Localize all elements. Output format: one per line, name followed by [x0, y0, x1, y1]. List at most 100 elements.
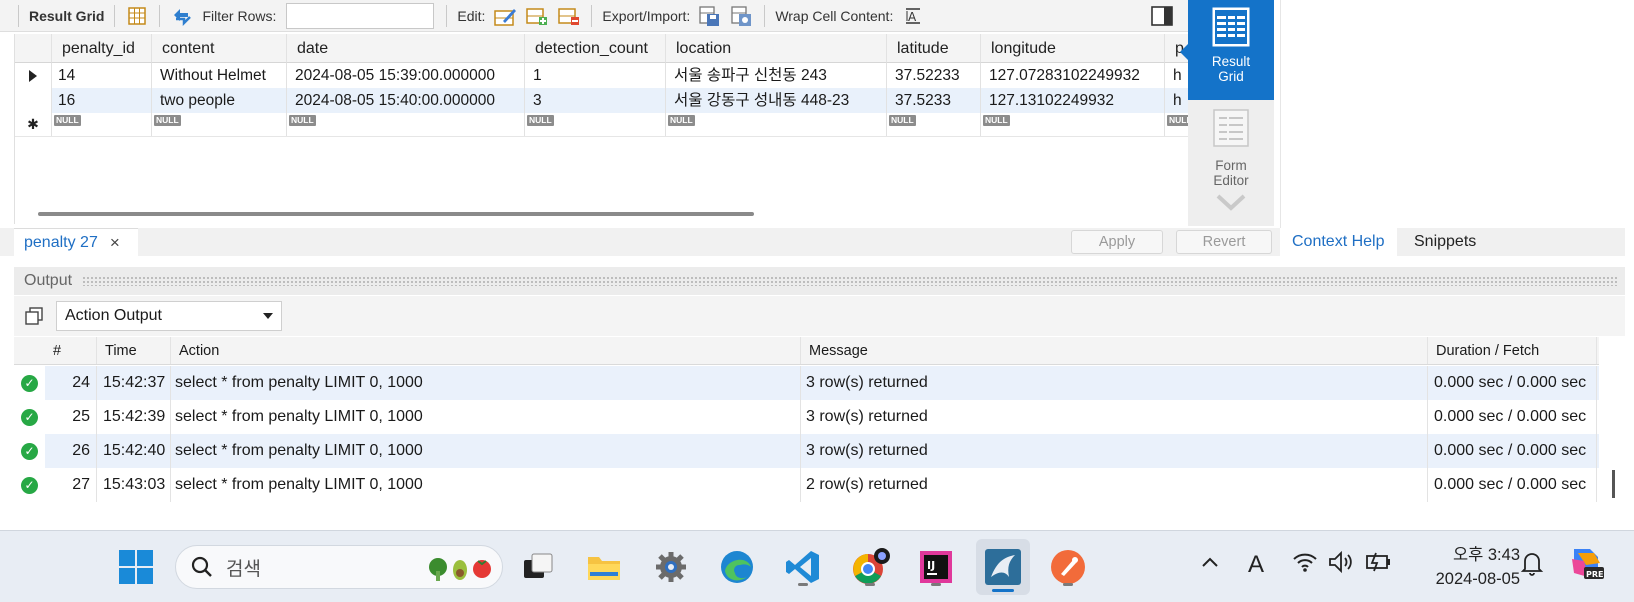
chevron-down-icon[interactable]	[1216, 192, 1246, 212]
grid-cell[interactable]: 2024-08-05 15:40:00.000000	[287, 88, 525, 113]
grid-cell[interactable]: 37.52233	[887, 63, 981, 88]
grid-cell[interactable]: 14	[52, 63, 152, 88]
table-row[interactable]: 16 two people 2024-08-05 15:40:00.000000…	[15, 88, 1188, 113]
edge-browser-button[interactable]	[715, 545, 759, 589]
output-row[interactable]: ✓ 27 15:43:03 select * from penalty LIMI…	[14, 468, 1599, 502]
output-row[interactable]: ✓ 26 15:42:40 select * from penalty LIMI…	[14, 434, 1599, 468]
horizontal-scrollbar[interactable]	[38, 212, 754, 216]
vscode-button[interactable]	[781, 545, 825, 589]
grid-cell[interactable]: 37.5233	[887, 88, 981, 113]
row-selector[interactable]	[15, 63, 52, 88]
null-cell[interactable]: NULL	[525, 113, 666, 136]
tab-snippets[interactable]: Snippets	[1402, 228, 1488, 256]
null-cell[interactable]: NULL	[666, 113, 887, 136]
wrap-text-icon[interactable]: A	[900, 4, 926, 28]
grid-cell[interactable]: 127.07283102249932	[981, 63, 1165, 88]
delete-row-icon[interactable]	[556, 4, 582, 28]
output-time: 15:42:37	[97, 366, 171, 400]
settings-button[interactable]	[649, 545, 693, 589]
column-header[interactable]: penalty_id	[52, 34, 152, 63]
copilot-icon[interactable]: PRE	[1566, 543, 1606, 589]
grid-cell[interactable]: Without Helmet	[152, 63, 287, 88]
grid-cell[interactable]: 2024-08-05 15:39:00.000000	[287, 63, 525, 88]
revert-button[interactable]: Revert	[1176, 230, 1272, 254]
grid-cell[interactable]: 서울 강동구 성내동 448-23	[666, 88, 887, 113]
filter-rows-input[interactable]	[286, 2, 435, 29]
task-view-button[interactable]	[516, 545, 560, 589]
column-header[interactable]: date	[287, 34, 525, 63]
row-selector[interactable]	[15, 88, 52, 113]
mysql-workbench-button[interactable]	[976, 539, 1030, 595]
grid-cell[interactable]: 1	[525, 63, 666, 88]
null-cell[interactable]: NULL	[981, 113, 1165, 136]
null-cell[interactable]: NULL	[887, 113, 981, 136]
output-type-select[interactable]: Action Output	[56, 301, 282, 331]
running-indicator	[1063, 583, 1073, 586]
null-cell[interactable]: NULL	[287, 113, 525, 136]
system-clock[interactable]: 오후 3:43 2024-08-05	[1410, 543, 1520, 591]
grid-cell[interactable]: 16	[52, 88, 152, 113]
new-row[interactable]: ✱ NULL NULL NULL NULL NULL NULL NULL NUL…	[15, 113, 1188, 137]
chrome-button[interactable]	[848, 545, 892, 589]
column-header[interactable]: location	[666, 34, 887, 63]
add-row-icon[interactable]	[524, 4, 550, 28]
ime-indicator[interactable]: A	[1248, 551, 1264, 579]
null-badge: NULL	[154, 115, 181, 126]
action-output-grid[interactable]: # Time Action Message Duration / Fetch ✓…	[14, 337, 1625, 523]
notification-bell-icon[interactable]	[1520, 549, 1544, 583]
svg-text:PRE: PRE	[1586, 570, 1604, 579]
import-icon[interactable]	[729, 4, 755, 28]
column-header[interactable]: Action	[171, 337, 801, 364]
column-header[interactable]: #	[45, 337, 97, 364]
drag-handle[interactable]	[82, 276, 1617, 286]
grid-cell[interactable]: 서울 송파구 신천동 243	[666, 63, 887, 88]
form-editor-button[interactable]: Form Editor	[1188, 100, 1274, 188]
null-cell[interactable]: NULL	[1165, 113, 1188, 136]
column-header[interactable]: detection_count	[525, 34, 666, 63]
tab-context-help[interactable]: Context Help	[1280, 228, 1397, 256]
taskbar-search[interactable]: 검색	[175, 545, 503, 589]
windows-logo-icon	[119, 550, 153, 584]
output-message: 3 row(s) returned	[801, 434, 1428, 468]
grid-cell[interactable]: 127.13102249932	[981, 88, 1165, 113]
close-icon[interactable]: ×	[110, 233, 120, 253]
column-header[interactable]: Duration / Fetch	[1428, 337, 1597, 364]
column-header[interactable]: latitude	[887, 34, 981, 63]
result-grid[interactable]: penalty_id content date detection_count …	[14, 34, 1188, 224]
intellij-button[interactable]: IJ	[914, 545, 958, 589]
battery-icon[interactable]	[1364, 547, 1392, 583]
tab-label: penalty 27	[24, 233, 98, 251]
column-header[interactable]: Message	[801, 337, 1428, 364]
output-row[interactable]: ✓ 25 15:42:39 select * from penalty LIMI…	[14, 400, 1599, 434]
wifi-icon[interactable]	[1292, 547, 1318, 583]
output-row[interactable]: ✓ 24 15:42:37 select * from penalty LIMI…	[14, 366, 1599, 400]
output-num: 27	[45, 468, 97, 502]
null-cell[interactable]: NULL	[152, 113, 287, 136]
chevron-up-icon[interactable]	[1200, 547, 1220, 583]
column-header[interactable]: Time	[97, 337, 171, 364]
column-header[interactable]: content	[152, 34, 287, 63]
refresh-icon[interactable]	[169, 4, 195, 28]
postman-button[interactable]	[1046, 545, 1090, 589]
null-cell[interactable]: NULL	[52, 113, 152, 136]
grid-cell[interactable]: h	[1165, 63, 1188, 88]
vertical-scrollbar[interactable]	[1612, 470, 1615, 498]
copy-icon[interactable]	[24, 306, 44, 326]
grid-cell[interactable]: 3	[525, 88, 666, 113]
export-icon[interactable]	[697, 4, 723, 28]
null-badge: NULL	[289, 115, 316, 126]
tab-penalty-27[interactable]: penalty 27 ×	[14, 228, 138, 256]
column-header[interactable]: longitude	[981, 34, 1165, 63]
start-button[interactable]	[114, 545, 158, 589]
output-header: Output	[14, 267, 1625, 295]
toggle-panel-icon[interactable]	[1149, 4, 1175, 28]
table-row[interactable]: 14 Without Helmet 2024-08-05 15:39:00.00…	[15, 63, 1188, 88]
grid-cell[interactable]: two people	[152, 88, 287, 113]
file-explorer-button[interactable]	[582, 545, 626, 589]
result-grid-side-button[interactable]: Result Grid	[1180, 0, 1274, 100]
edit-row-icon[interactable]	[492, 4, 518, 28]
grid-columns-icon[interactable]	[124, 4, 150, 28]
grid-cell[interactable]: h	[1165, 88, 1188, 113]
apply-button[interactable]: Apply	[1071, 230, 1163, 254]
volume-icon[interactable]	[1328, 547, 1354, 583]
